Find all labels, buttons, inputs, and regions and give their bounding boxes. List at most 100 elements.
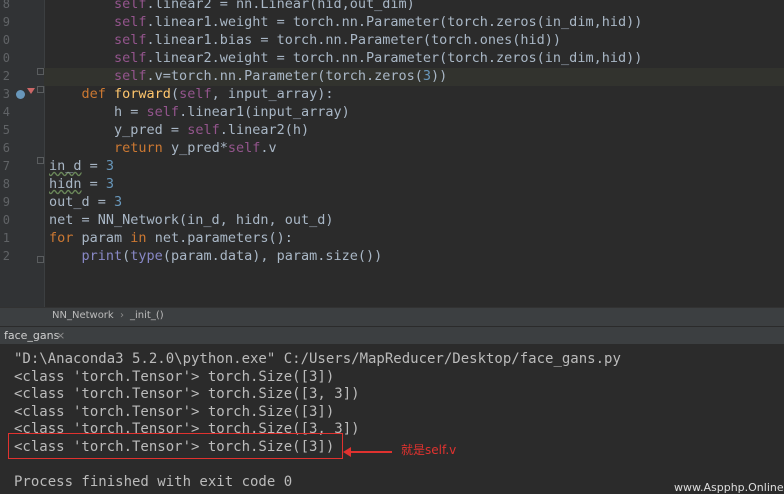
code-token: h = [114, 104, 147, 120]
fold-marker-icon[interactable] [37, 86, 44, 93]
fold-marker-icon[interactable] [37, 157, 44, 164]
line-number: 0 [2, 33, 10, 47]
code-token: net.parameters(): [154, 230, 293, 246]
override-marker-icon[interactable] [27, 88, 35, 94]
code-token: , input_array): [211, 86, 334, 102]
code-token: self [114, 0, 147, 12]
code-line[interactable]: in_d = 3 [49, 157, 114, 175]
code-line[interactable]: for param in net.parameters(): [49, 229, 293, 247]
code-token: 3 [105, 158, 115, 174]
code-token: = [81, 176, 106, 192]
line-number: 9 [2, 195, 10, 209]
console-line: Process finished with exit code 0 [14, 474, 293, 491]
annotation-arrow [348, 451, 392, 453]
run-console-output[interactable]: "D:\Anaconda3 5.2.0\python.exe" C:/Users… [0, 344, 784, 494]
breadcrumb-method[interactable]: _init_() [130, 310, 164, 321]
code-token: .v=torch.nn.Parameter(torch.zeros( [146, 68, 423, 84]
console-line: "D:\Anaconda3 5.2.0\python.exe" C:/Users… [14, 351, 621, 367]
code-token: self [114, 14, 147, 30]
console-line: <class 'torch.Tensor'> torch.Size([3]) [14, 403, 335, 420]
fold-marker-icon[interactable] [37, 68, 44, 75]
console-line: <class 'torch.Tensor'> torch.Size([3, 3]… [14, 386, 360, 403]
close-tab-icon[interactable]: × [56, 329, 65, 342]
code-line[interactable]: hidn = 3 [49, 175, 114, 193]
code-line[interactable]: self.v=torch.nn.Parameter(torch.zeros(3)… [49, 67, 447, 85]
code-token: self [146, 104, 180, 120]
code-token: in [130, 230, 155, 246]
code-line[interactable]: return y_pred*self.v [49, 139, 277, 157]
code-token: self [227, 140, 261, 156]
code-token: y_pred = [114, 122, 188, 138]
code-token: .linear1.weight = torch.nn.Parameter(tor… [146, 14, 643, 30]
code-token: .linear1.bias = torch.nn.Parameter(torch… [146, 32, 562, 48]
console-line: <class 'torch.Tensor'> torch.Size([3]) [14, 368, 335, 385]
code-token: return [114, 140, 171, 156]
code-token: forward [114, 86, 171, 102]
code-token: .linear1(input_array) [179, 104, 350, 120]
code-line[interactable]: h = self.linear1(input_array) [49, 103, 350, 121]
code-line[interactable]: self.linear1.bias = torch.nn.Parameter(t… [49, 31, 561, 49]
code-token: self [114, 68, 147, 84]
annotation-arrowhead [343, 447, 351, 457]
code-token: self [179, 86, 212, 102]
line-number: 0 [2, 213, 10, 227]
line-number: 7 [2, 159, 10, 173]
line-number: 3 [2, 87, 10, 101]
code-token: y_pred* [170, 140, 228, 156]
fold-marker-icon[interactable] [37, 256, 44, 263]
code-token: 3 [422, 68, 432, 84]
code-token: param [81, 230, 131, 246]
code-token: in_d [49, 158, 82, 174]
code-editor[interactable]: 8 9 0 0 2 3 4 5 6 7 8 9 0 1 2 self.linear2 = nn.Linear… [0, 0, 784, 307]
code-token: (param.data), param.size()) [162, 248, 383, 264]
highlight-box [8, 433, 343, 459]
code-token: 3 [114, 194, 123, 210]
code-line[interactable]: net = NN_Network(in_d, hidn, out_d) [49, 211, 333, 229]
code-token: .linear2(h) [219, 122, 310, 138]
code-token: linear2 = nn.Linear(hid,out_dim) [154, 0, 415, 12]
line-number: 2 [2, 69, 10, 83]
code-token: .v [260, 140, 277, 156]
code-line[interactable]: print(type(param.data), param.size()) [49, 247, 383, 265]
code-line[interactable]: self.linear1.weight = torch.nn.Parameter… [49, 13, 642, 31]
code-line[interactable]: def forward(self, input_array): [49, 85, 334, 103]
code-line[interactable]: out_d = 3 [49, 193, 122, 211]
run-tool-window-header: face_gans × [0, 326, 784, 345]
line-number: 9 [2, 15, 10, 29]
code-token: self [114, 32, 147, 48]
code-line[interactable]: self.linear2.weight = torch.nn.Parameter… [49, 49, 642, 67]
breadcrumb-class[interactable]: NN_Network [52, 310, 114, 321]
code-token: ( [170, 86, 180, 102]
code-token: print [81, 248, 123, 264]
code-line[interactable]: self.linear2 = nn.Linear(hid,out_dim) [49, 0, 415, 13]
code-token: . [146, 0, 155, 12]
breakpoint-icon[interactable] [16, 90, 25, 99]
line-number: 0 [2, 51, 10, 65]
line-number: 2 [2, 249, 10, 263]
code-token: self [187, 122, 220, 138]
code-token: type [130, 248, 163, 264]
line-number: 8 [2, 177, 10, 191]
code-token: = [81, 158, 106, 174]
line-number: 6 [2, 141, 10, 155]
annotation-label: 就是self.v [401, 443, 457, 457]
run-tab-face-gans[interactable]: face_gans [4, 329, 59, 342]
code-token: out_d = [49, 194, 115, 210]
code-line[interactable]: y_pred = self.linear2(h) [49, 121, 309, 139]
code-token: .linear2.weight = torch.nn.Parameter(tor… [146, 50, 643, 66]
breadcrumb: NN_Network › _init_() [0, 307, 784, 326]
code-token: def [81, 86, 115, 102]
line-number: 8 [2, 0, 10, 11]
code-token: self [114, 50, 147, 66]
line-number: 4 [2, 105, 10, 119]
